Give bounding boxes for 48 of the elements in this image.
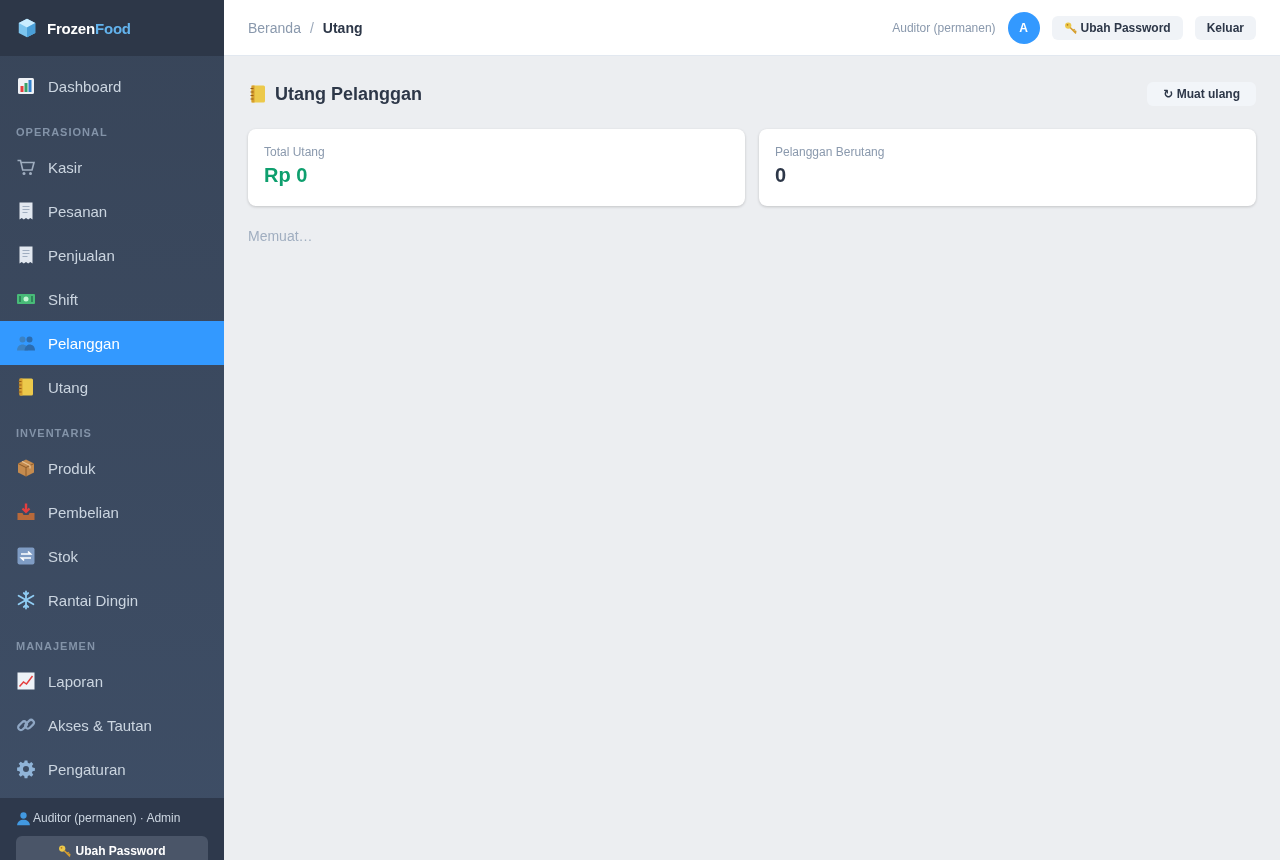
page-title: Utang Pelanggan [275,83,422,105]
nav-item[interactable]: Utang [0,365,224,409]
key-icon [58,844,73,858]
reload-button[interactable]: ↻ Muat ulang [1147,82,1256,106]
cube-icon [16,17,38,39]
bar-chart-icon [16,76,36,96]
notebook-icon [16,377,36,397]
swap-arrows-icon [16,546,36,566]
nav-item[interactable]: Penjualan [0,233,224,277]
avatar: A [1007,11,1040,44]
brand-name: FrozenFood [47,19,131,37]
nav-item[interactable]: Akses & Tautan [0,703,224,747]
logout-button[interactable]: Keluar [1194,15,1256,40]
user-label: Auditor (permanen) · Admin [33,810,181,826]
line-chart-icon [16,671,36,691]
nav-item[interactable]: Rantai Dingin [0,578,224,622]
user-name: Auditor (permanen) [892,20,996,35]
receipt-icon [16,245,36,265]
stat-value: 0 [775,163,787,187]
nav-item[interactable]: Laporan [0,659,224,703]
breadcrumb-separator: / [309,19,314,36]
loading-text: Memuat… [248,227,313,245]
nav-item[interactable]: Pesanan [0,189,224,233]
cart-icon [16,157,36,177]
key-icon [1063,20,1078,35]
receipt-icon [16,201,36,221]
notebook-icon [248,84,268,104]
section-heading: OPERASIONAL [15,125,109,140]
person-icon [16,810,31,826]
stat-label: Pelanggan Berutang [775,145,885,159]
change-password-button[interactable]: Ubah Password [1051,15,1183,40]
breadcrumb-current: Utang [322,19,363,36]
package-icon [16,458,36,478]
section-heading: INVENTARIS [15,426,93,441]
snowflake-icon [16,590,36,610]
change-password-button[interactable]: Ubah Password [16,836,208,860]
stat-label: Total Utang [264,145,325,159]
nav-item[interactable]: Stok [0,534,224,578]
inbox-tray-icon [16,502,36,522]
section-heading: MANAJEMEN [15,639,97,654]
nav-item[interactable]: Shift [0,277,224,321]
nav-item[interactable]: Produk [0,446,224,490]
stat-value: Rp 0 [264,163,308,187]
nav-item[interactable]: Pembelian [0,490,224,534]
settings-icon [16,759,36,779]
nav-item[interactable]: Dashboard [0,64,224,108]
nav-item[interactable]: Pengaturan [0,747,224,791]
nav-item[interactable]: Kasir [0,145,224,189]
